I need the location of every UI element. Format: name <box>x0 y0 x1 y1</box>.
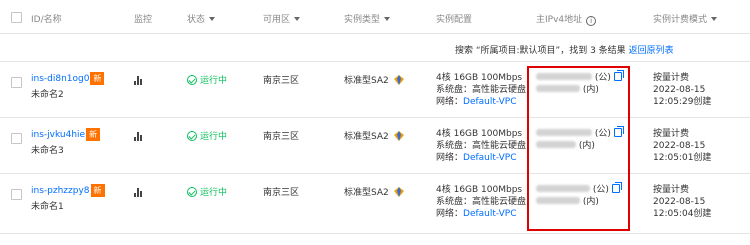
col-primary-ipv4: 主IPv4地址 i <box>536 12 597 26</box>
col-status-label: 状态 <box>187 15 206 25</box>
network-label: 网络： <box>436 97 464 107</box>
row-checkbox[interactable] <box>11 189 22 200</box>
vpc-link[interactable]: Default-VPC <box>463 209 516 219</box>
row-checkbox[interactable] <box>11 77 22 88</box>
instance-type-cell: 标准型SA2 <box>344 75 404 87</box>
vpc-link[interactable]: Default-VPC <box>463 97 516 107</box>
config-spec: 4核 16GB 100Mbps <box>436 129 523 139</box>
instance-config-cell: 4核 16GB 100Mbps 系统盘：高性能云硬盘 网络：Default-VP… <box>436 184 526 220</box>
monitor-icon[interactable] <box>134 132 143 145</box>
monitor-icon[interactable] <box>134 76 143 89</box>
created-time: 12:05:29创建 <box>653 97 712 107</box>
ip-highlight-box <box>527 66 630 231</box>
status-text: 运行中 <box>200 76 228 86</box>
table-row: ins-di8n1og0 新 未命名2 运行中 南京三区 标准型SA2 4核 16… <box>0 62 750 118</box>
table-row: ins-pzhzzpy8 新 未命名1 运行中 南京三区 标准型SA2 4核 16… <box>0 174 750 234</box>
col-instance-type[interactable]: 实例类型 <box>344 12 391 25</box>
running-icon <box>187 187 197 197</box>
network-label: 网络： <box>436 153 464 163</box>
zone-text: 南京三区 <box>263 188 300 198</box>
filter-icon[interactable] <box>711 17 718 21</box>
billing-mode: 按量计费 <box>653 185 690 195</box>
instance-name: 未命名2 <box>31 90 64 100</box>
instance-id-link[interactable]: ins-di8n1og0 <box>31 74 89 84</box>
vpc-link[interactable]: Default-VPC <box>463 153 516 163</box>
instance-type-cell: 标准型SA2 <box>344 187 404 199</box>
instance-type-text: 标准型SA2 <box>344 188 389 198</box>
col-billing-mode-label: 实例计费模式 <box>653 15 708 25</box>
table-header: ID/名称 监控 状态 可用区 实例类型 实例配置 主IPv4地址 i 实例计费模… <box>0 0 750 34</box>
search-result-bar: 搜索 “所属项目:默认项目”，找到 3 条结果 返回原列表 <box>0 34 750 62</box>
instance-type-text: 标准型SA2 <box>344 132 389 142</box>
config-network: 网络：Default-VPC <box>436 152 526 164</box>
instance-name: 未命名3 <box>31 146 64 156</box>
billing-cell: 按量计费 2022-08-15 12:05:29创建 <box>653 72 711 108</box>
created-time: 12:05:01创建 <box>653 153 712 163</box>
new-badge: 新 <box>90 72 105 85</box>
config-network: 网络：Default-VPC <box>436 208 526 220</box>
status-cell: 运行中 <box>187 131 227 143</box>
config-disk: 系统盘：高性能云硬盘 <box>436 85 527 95</box>
config-disk: 系统盘：高性能云硬盘 <box>436 141 527 151</box>
billing-cell: 按量计费 2022-08-15 12:05:04创建 <box>653 184 711 220</box>
zone-text: 南京三区 <box>263 76 300 86</box>
gem-icon <box>393 131 404 141</box>
instance-name: 未命名1 <box>31 202 64 212</box>
config-spec: 4核 16GB 100Mbps <box>436 73 523 83</box>
billing-date: 2022-08-15 <box>653 85 706 95</box>
running-icon <box>187 131 197 141</box>
filter-icon[interactable] <box>384 17 391 21</box>
status-text: 运行中 <box>200 188 228 198</box>
search-result-summary: 搜索 “所属项目:默认项目”，找到 3 条结果 <box>455 46 626 56</box>
instance-id-cell: ins-di8n1og0 新 <box>31 72 105 85</box>
status-cell: 运行中 <box>187 187 227 199</box>
gem-icon <box>393 75 404 85</box>
instance-id-cell: ins-pzhzzpy8 新 <box>31 184 105 197</box>
search-result-text: 搜索 “所属项目:默认项目”，找到 3 条结果 返回原列表 <box>455 43 674 56</box>
instance-id-link[interactable]: ins-jvku4hie <box>31 130 85 140</box>
instance-config-cell: 4核 16GB 100Mbps 系统盘：高性能云硬盘 网络：Default-VP… <box>436 128 526 164</box>
col-id-name: ID/名称 <box>31 15 62 25</box>
running-icon <box>187 75 197 85</box>
instance-id-link[interactable]: ins-pzhzzpy8 <box>31 186 90 196</box>
col-instance-config: 实例配置 <box>436 15 473 25</box>
col-primary-ipv4-label: 主IPv4地址 <box>536 15 583 25</box>
instance-id-cell: ins-jvku4hie 新 <box>31 128 101 141</box>
zone-text: 南京三区 <box>263 132 300 142</box>
new-badge: 新 <box>90 184 105 197</box>
billing-mode: 按量计费 <box>653 129 690 139</box>
new-badge: 新 <box>86 128 101 141</box>
row-checkbox[interactable] <box>11 133 22 144</box>
billing-date: 2022-08-15 <box>653 197 706 207</box>
status-text: 运行中 <box>200 132 228 142</box>
gem-icon <box>393 187 404 197</box>
back-to-list-link[interactable]: 返回原列表 <box>629 46 674 56</box>
config-network: 网络：Default-VPC <box>436 96 526 108</box>
col-billing-mode[interactable]: 实例计费模式 <box>653 12 718 25</box>
col-zone-label: 可用区 <box>263 15 291 25</box>
filter-icon[interactable] <box>294 17 301 21</box>
col-status[interactable]: 状态 <box>187 12 216 25</box>
network-label: 网络： <box>436 209 464 219</box>
created-time: 12:05:04创建 <box>653 209 712 219</box>
billing-mode: 按量计费 <box>653 73 690 83</box>
instance-type-cell: 标准型SA2 <box>344 131 404 143</box>
monitor-icon[interactable] <box>134 188 143 201</box>
billing-date: 2022-08-15 <box>653 141 706 151</box>
col-monitor: 监控 <box>134 15 153 25</box>
status-cell: 运行中 <box>187 75 227 87</box>
billing-cell: 按量计费 2022-08-15 12:05:01创建 <box>653 128 711 164</box>
col-zone[interactable]: 可用区 <box>263 12 301 25</box>
instance-type-text: 标准型SA2 <box>344 76 389 86</box>
config-disk: 系统盘：高性能云硬盘 <box>436 197 527 207</box>
instance-config-cell: 4核 16GB 100Mbps 系统盘：高性能云硬盘 网络：Default-VP… <box>436 72 526 108</box>
col-instance-type-label: 实例类型 <box>344 15 381 25</box>
table-row: ins-jvku4hie 新 未命名3 运行中 南京三区 标准型SA2 4核 16… <box>0 118 750 174</box>
select-all-checkbox[interactable] <box>11 12 22 23</box>
info-icon[interactable]: i <box>586 16 597 26</box>
filter-icon[interactable] <box>209 17 216 21</box>
config-spec: 4核 16GB 100Mbps <box>436 185 523 195</box>
